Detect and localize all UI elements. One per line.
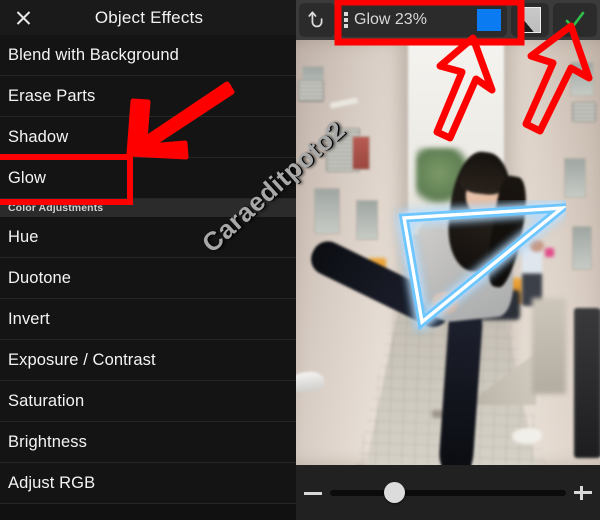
menu-item-label: Duotone (8, 268, 72, 287)
gradient-thumbnail-icon (519, 7, 541, 33)
slider-thumb[interactable] (383, 481, 405, 503)
menu-item-label: Hue (8, 227, 39, 246)
menu-item-erase-parts[interactable]: Erase Parts (0, 76, 296, 117)
minus-icon[interactable] (302, 482, 324, 504)
object-effects-panel: Object Effects Blend with Background Eras… (0, 0, 296, 520)
slider-track[interactable] (330, 489, 566, 496)
plus-icon[interactable] (572, 482, 594, 504)
menu-item-invert[interactable]: Invert (0, 299, 296, 340)
menu-item-label: Glow (8, 168, 46, 187)
editor-area: Glow 23% (296, 0, 600, 520)
effect-label: Glow 23% (354, 11, 427, 28)
gradient-button[interactable] (511, 3, 549, 37)
menu-item-exposure-contrast[interactable]: Exposure / Contrast (0, 340, 296, 381)
confirm-button[interactable] (553, 3, 597, 37)
undo-button[interactable] (299, 3, 335, 37)
intensity-slider-bar (296, 465, 600, 520)
menu-item-brightness[interactable]: Brightness (0, 422, 296, 463)
effect-chip[interactable]: Glow 23% (339, 3, 507, 37)
menu-item-label: Saturation (8, 391, 85, 410)
menu-item-label: Shadow (8, 127, 69, 146)
green-check-icon (565, 11, 585, 29)
menu-item-blend-with-background[interactable]: Blend with Background (0, 35, 296, 76)
effect-chip-left: Glow 23% (344, 11, 427, 29)
menu-item-label: Blend with Background (8, 45, 179, 64)
menu-item-duotone[interactable]: Duotone (0, 258, 296, 299)
menu-item-shadow[interactable]: Shadow (0, 117, 296, 158)
menu-item-label: Brightness (8, 432, 87, 451)
editor-toolbar: Glow 23% (296, 0, 600, 40)
menu-item-adjust-rgb[interactable]: Adjust RGB (0, 463, 296, 504)
color-swatch-button[interactable] (477, 9, 501, 31)
undo-arrow-icon (308, 11, 323, 28)
page-title: Object Effects (94, 7, 204, 27)
menu-item-label: Erase Parts (8, 86, 96, 105)
edited-photo (296, 40, 600, 465)
effects-menu-list: Blend with Background Erase Parts Shadow Gl… (0, 35, 296, 504)
menu-item-label: Exposure / Contrast (8, 350, 156, 369)
panel-header: Object Effects (0, 0, 296, 35)
close-icon[interactable] (6, 1, 40, 35)
photo-canvas[interactable] (296, 40, 600, 465)
menu-item-label: Adjust RGB (8, 473, 96, 492)
menu-item-saturation[interactable]: Saturation (0, 381, 296, 422)
intensity-slider[interactable] (330, 481, 566, 504)
screen-root: Object Effects Blend with Background Eras… (0, 0, 600, 520)
menu-item-label: Invert (8, 309, 50, 328)
drag-dots-icon[interactable] (344, 12, 348, 28)
